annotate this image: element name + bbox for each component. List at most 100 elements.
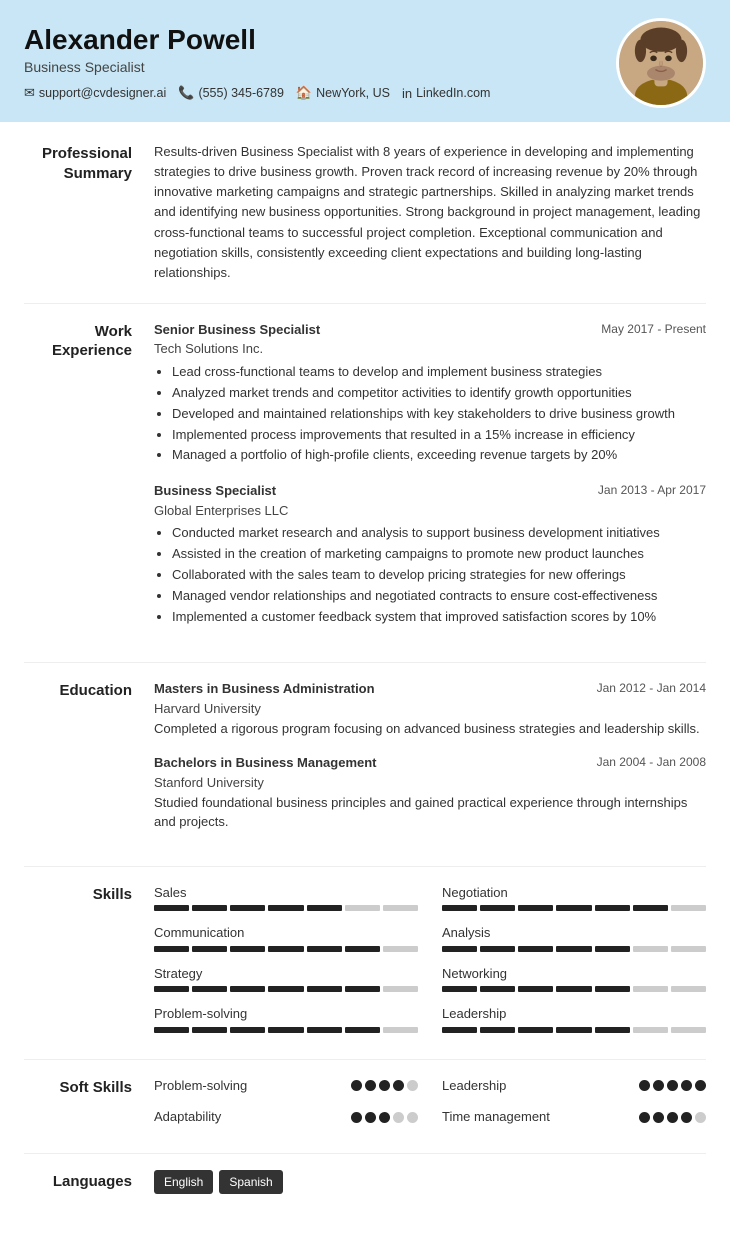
dot-filled (667, 1080, 678, 1091)
skill-dash-filled (268, 986, 303, 992)
skill-dash-filled (230, 905, 265, 911)
skill-bar (154, 1027, 418, 1033)
skill-dash-filled (633, 905, 668, 911)
job-bullet: Lead cross-functional teams to develop a… (172, 363, 706, 382)
skill-dash-filled (230, 986, 265, 992)
skill-dash-filled (230, 1027, 265, 1033)
divider-4 (24, 1059, 706, 1060)
skill-dash-filled (556, 905, 591, 911)
divider-3 (24, 866, 706, 867)
dot-filled (639, 1080, 650, 1091)
skill-dash-filled (518, 946, 553, 952)
language-tag: Spanish (219, 1170, 282, 1194)
dot-empty (695, 1112, 706, 1123)
contact-bar: ✉ support@cvdesigner.ai 📞 (555) 345-6789… (24, 85, 490, 101)
skill-dash-filled (442, 905, 477, 911)
soft-skill-item: Leadership (442, 1076, 706, 1096)
skill-dash-filled (345, 1027, 380, 1033)
summary-section: ProfessionalSummary Results-driven Busin… (24, 142, 706, 283)
main-content: ProfessionalSummary Results-driven Busin… (0, 122, 730, 1234)
skill-dash-empty (671, 905, 706, 911)
skills-label: Skills (24, 883, 154, 1039)
dot-filled (695, 1080, 706, 1091)
job-bullet: Implemented process improvements that re… (172, 426, 706, 445)
job-bullet: Assisted in the creation of marketing ca… (172, 545, 706, 564)
job-item: Senior Business SpecialistMay 2017 - Pre… (154, 320, 706, 465)
skill-dash-filled (230, 946, 265, 952)
skill-dash-empty (345, 905, 380, 911)
skill-item: Negotiation (442, 883, 706, 912)
job-bullet: Conducted market research and analysis t… (172, 524, 706, 543)
edu-header: Masters in Business AdministrationJan 20… (154, 679, 706, 699)
skills-content: SalesNegotiationCommunicationAnalysisStr… (154, 883, 706, 1039)
job-bullet: Managed a portfolio of high-profile clie… (172, 446, 706, 465)
divider-1 (24, 303, 706, 304)
skill-dash-filled (480, 986, 515, 992)
skill-name: Negotiation (442, 883, 706, 903)
skill-item: Leadership (442, 1004, 706, 1033)
languages-label: Languages (24, 1170, 154, 1194)
skill-dash-empty (383, 1027, 418, 1033)
skill-dash-filled (268, 946, 303, 952)
skill-dash-filled (595, 946, 630, 952)
dot-filled (379, 1112, 390, 1123)
skill-item: Strategy (154, 964, 418, 993)
skill-dash-filled (154, 946, 189, 952)
phone-icon: 📞 (178, 85, 194, 101)
skill-dash-filled (192, 946, 227, 952)
skill-name: Problem-solving (154, 1004, 418, 1024)
skill-name: Communication (154, 923, 418, 943)
profile-photo (616, 18, 706, 108)
languages-section: Languages EnglishSpanish (24, 1170, 706, 1194)
linkedin-contact: in LinkedIn.com (402, 86, 490, 101)
skill-dash-empty (383, 905, 418, 911)
candidate-name: Alexander Powell (24, 25, 490, 56)
divider-2 (24, 662, 706, 663)
soft-skill-name: Problem-solving (154, 1076, 247, 1096)
dot-filled (393, 1080, 404, 1091)
skill-dash-filled (556, 986, 591, 992)
location-icon: 🏠 (296, 85, 312, 101)
soft-skill-item: Time management (442, 1107, 706, 1127)
skill-dash-filled (307, 946, 342, 952)
dot-filled (667, 1112, 678, 1123)
soft-skill-item: Problem-solving (154, 1076, 418, 1096)
soft-skill-dots (639, 1080, 706, 1091)
education-section: Education Masters in Business Administra… (24, 679, 706, 846)
soft-skill-item: Adaptability (154, 1107, 418, 1127)
skill-dash-filled (595, 1027, 630, 1033)
edu-desc: Studied foundational business principles… (154, 794, 706, 832)
job-bullet: Analyzed market trends and competitor ac… (172, 384, 706, 403)
skill-dash-filled (442, 946, 477, 952)
phone-value: (555) 345-6789 (198, 86, 283, 100)
skill-dash-empty (633, 1027, 668, 1033)
skill-bar (442, 986, 706, 992)
skill-item: Problem-solving (154, 1004, 418, 1033)
edu-item: Bachelors in Business ManagementJan 2004… (154, 753, 706, 832)
edu-header: Bachelors in Business ManagementJan 2004… (154, 753, 706, 773)
summary-content: Results-driven Business Specialist with … (154, 142, 706, 283)
skill-dash-filled (307, 986, 342, 992)
dot-filled (351, 1112, 362, 1123)
skill-dash-filled (442, 1027, 477, 1033)
candidate-title: Business Specialist (24, 59, 490, 75)
work-label: WorkExperience (24, 320, 154, 642)
skill-item: Networking (442, 964, 706, 993)
soft-skill-name: Time management (442, 1107, 550, 1127)
skill-dash-empty (633, 946, 668, 952)
edu-degree: Bachelors in Business Management (154, 753, 377, 773)
dot-empty (407, 1080, 418, 1091)
skill-bar (154, 986, 418, 992)
skill-dash-filled (595, 986, 630, 992)
dot-filled (681, 1080, 692, 1091)
skill-dash-filled (307, 905, 342, 911)
edu-desc: Completed a rigorous program focusing on… (154, 720, 706, 739)
work-content: Senior Business SpecialistMay 2017 - Pre… (154, 320, 706, 642)
skill-dash-filled (154, 905, 189, 911)
skills-section: Skills SalesNegotiationCommunicationAnal… (24, 883, 706, 1039)
dot-filled (379, 1080, 390, 1091)
soft-skill-name: Adaptability (154, 1107, 221, 1127)
location-value: NewYork, US (316, 86, 390, 100)
soft-skill-dots (639, 1112, 706, 1123)
edu-school: Harvard University (154, 699, 706, 719)
